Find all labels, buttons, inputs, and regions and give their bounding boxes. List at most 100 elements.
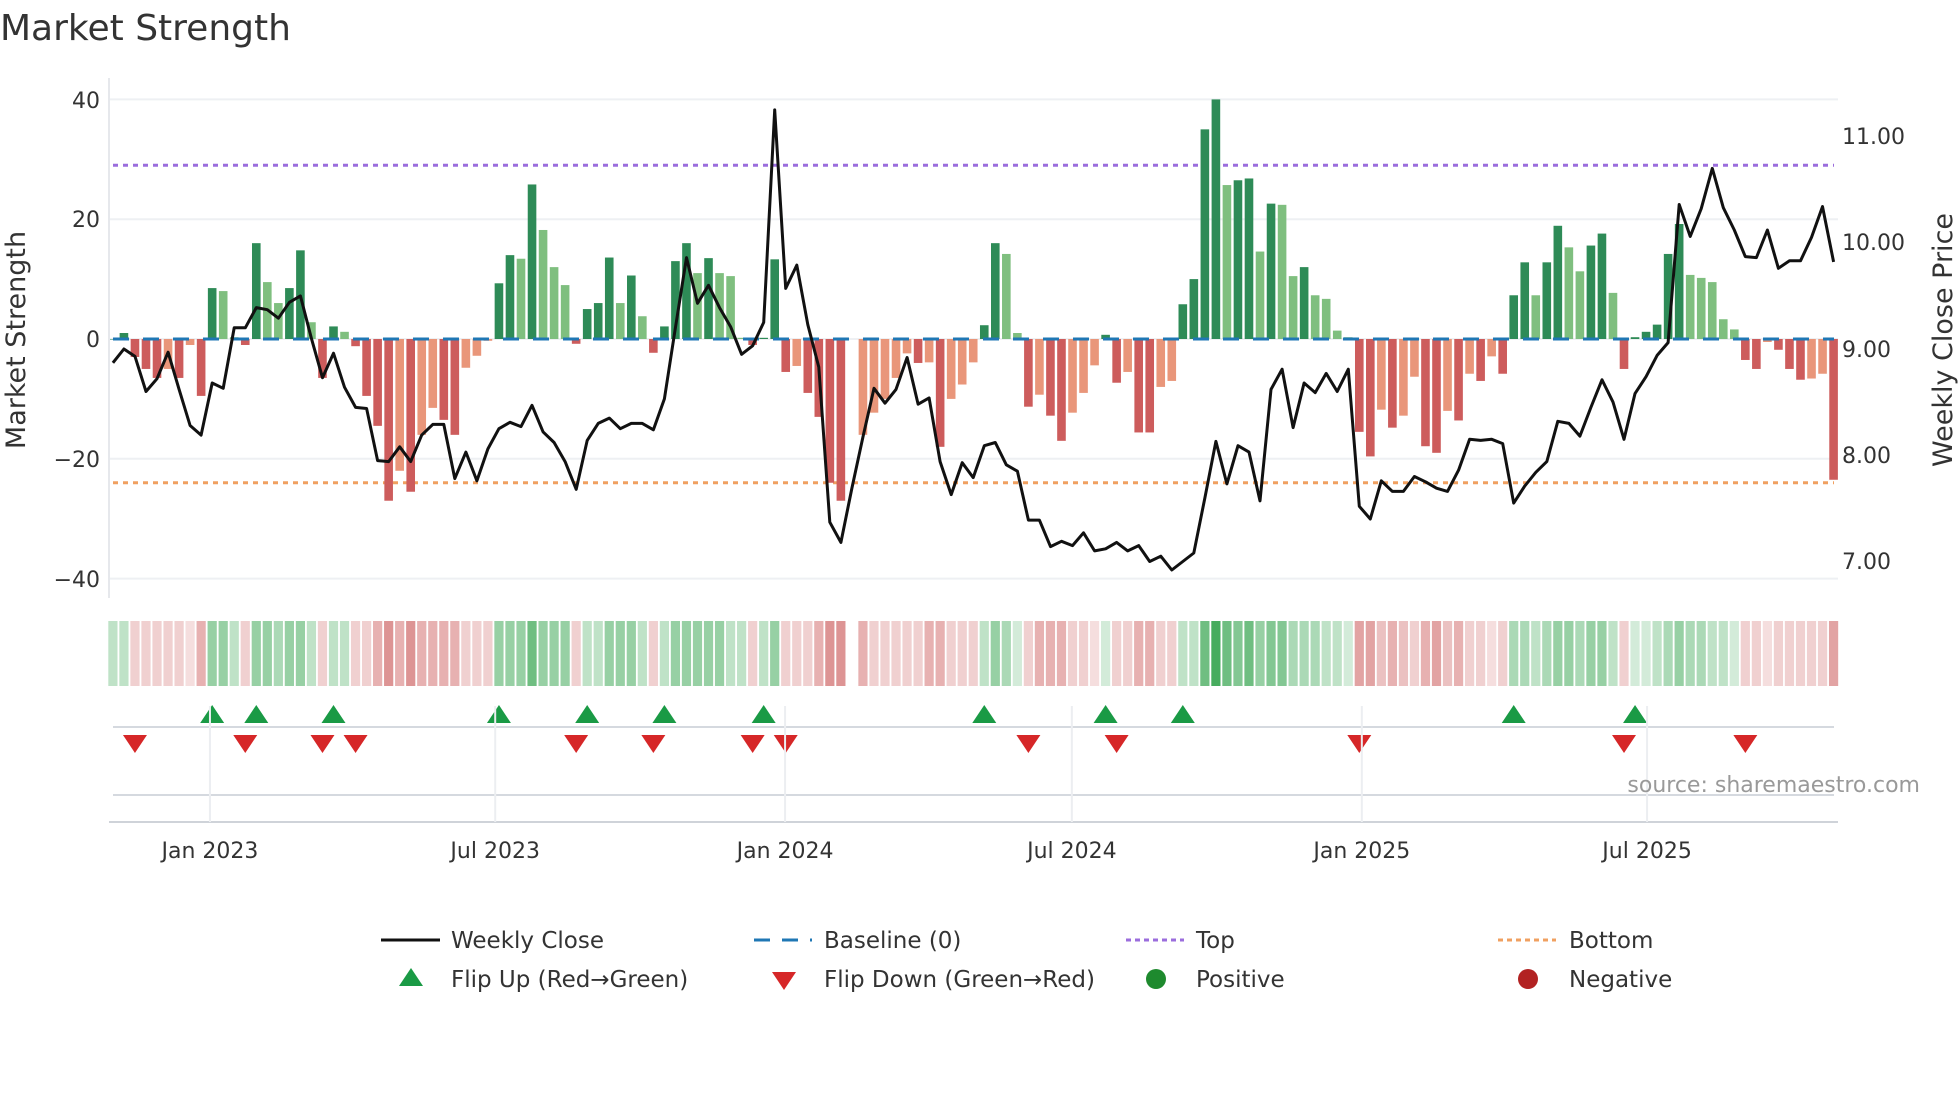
x-tick: Jan 2023 xyxy=(160,839,259,864)
heat-cell xyxy=(174,621,184,686)
heat-cell xyxy=(384,621,394,686)
heat-cell xyxy=(1012,621,1022,686)
legend-item-flip-down[interactable]: Flip Down (Green→Red) xyxy=(772,967,1095,993)
flip-down-marker xyxy=(310,735,335,753)
flip-down-marker xyxy=(641,735,666,753)
heat-cell xyxy=(196,621,206,686)
strength-bar xyxy=(1553,225,1563,339)
heat-cell xyxy=(1729,621,1739,686)
heat-cell xyxy=(1751,621,1761,686)
strength-bar xyxy=(704,258,713,339)
chart-title: Market Strength xyxy=(0,8,291,49)
heat-cell xyxy=(1045,621,1056,686)
heat-cell xyxy=(737,621,747,686)
heat-cell xyxy=(615,621,625,686)
heat-cell xyxy=(1762,621,1772,686)
heat-cell xyxy=(759,621,769,686)
heat-cell xyxy=(1597,621,1607,686)
strength-bar xyxy=(1366,339,1375,457)
heat-cell xyxy=(714,621,725,686)
heat-cell xyxy=(1652,621,1662,686)
strength-bar xyxy=(1321,298,1331,339)
heat-cell xyxy=(218,621,228,686)
strength-bar xyxy=(1277,204,1287,339)
heat-cell xyxy=(1134,621,1144,686)
strength-bar xyxy=(1487,339,1496,357)
strength-bar xyxy=(428,339,438,408)
heat-cell xyxy=(1299,621,1309,686)
strength-bar xyxy=(1774,339,1783,350)
heat-cell xyxy=(1321,621,1331,686)
heat-cell xyxy=(1575,621,1585,686)
strength-bar xyxy=(649,339,658,353)
flip-down-marker xyxy=(1347,735,1372,753)
y-tick: −20 xyxy=(54,448,100,473)
x-tick: Jan 2025 xyxy=(1311,839,1410,864)
strength-bar xyxy=(1443,339,1452,411)
flip-up-marker xyxy=(1170,705,1195,723)
heat-cell xyxy=(1806,621,1817,686)
flip-down-marker xyxy=(1016,735,1041,753)
strength-bar xyxy=(781,339,791,372)
heat-cell xyxy=(1332,621,1342,686)
heat-cell xyxy=(604,621,614,686)
heat-cell xyxy=(1553,621,1563,686)
flip-up-marker xyxy=(575,705,600,723)
flip-up-marker xyxy=(1093,705,1118,723)
legend-item-flip-up[interactable]: Flip Up (Red→Green) xyxy=(399,967,688,993)
circle-red-icon xyxy=(1518,969,1538,989)
legend-item-negative[interactable]: Negative xyxy=(1518,967,1672,993)
strength-bar xyxy=(1619,339,1629,369)
strength-bar xyxy=(373,339,382,426)
flip-down-marker xyxy=(1104,735,1129,753)
strength-bar xyxy=(406,339,416,492)
strength-bar xyxy=(582,309,592,339)
heat-cell xyxy=(968,621,978,686)
flip-up-marker xyxy=(200,705,225,723)
legend-label: Baseline (0) xyxy=(824,928,961,954)
legend-label: Weekly Close xyxy=(451,928,604,954)
strength-bar xyxy=(196,339,206,396)
strength-bar xyxy=(1145,339,1155,433)
flip-up-marker xyxy=(321,705,346,723)
heat-cell xyxy=(1156,621,1166,686)
strength-bar xyxy=(461,339,471,368)
heat-cell xyxy=(1431,621,1442,686)
strength-bar xyxy=(417,339,427,435)
strength-bar xyxy=(1785,339,1794,369)
strength-bar xyxy=(1068,339,1077,413)
strength-bar xyxy=(1057,339,1066,441)
flip-down-marker xyxy=(740,735,765,753)
market-strength-chart: Market Strength 40 20 0 −20 −40 11.00 10… xyxy=(0,8,1959,993)
heat-cell xyxy=(207,621,217,686)
legend-item-positive[interactable]: Positive xyxy=(1146,967,1285,993)
strength-bar xyxy=(1707,282,1717,339)
strength-bar xyxy=(439,339,449,420)
strength-bar xyxy=(1498,339,1507,374)
x-tick: Jul 2023 xyxy=(448,839,540,864)
heat-cell xyxy=(803,621,813,686)
flip-down-marker xyxy=(122,735,147,753)
legend-item-weekly-close[interactable]: Weekly Close xyxy=(381,928,604,954)
strength-bar xyxy=(627,275,636,339)
heat-cell xyxy=(1641,621,1651,686)
legend-label: Flip Up (Red→Green) xyxy=(451,967,688,993)
heat-cell xyxy=(240,621,250,686)
heat-cell xyxy=(582,621,592,686)
heat-cell xyxy=(626,621,636,686)
heat-cell xyxy=(770,621,780,686)
strength-bar xyxy=(450,339,460,435)
strength-bar xyxy=(1630,337,1640,339)
strength-bar xyxy=(285,288,294,339)
legend-item-bottom[interactable]: Bottom xyxy=(1498,928,1653,954)
heat-cell xyxy=(1167,621,1177,686)
heat-cell xyxy=(251,621,261,686)
heat-cell xyxy=(1707,621,1717,686)
legend-item-baseline[interactable]: Baseline (0) xyxy=(754,928,961,954)
strength-bar xyxy=(494,283,504,339)
strength-bar xyxy=(218,291,228,339)
strength-bar xyxy=(759,337,768,339)
legend-item-top[interactable]: Top xyxy=(1126,928,1235,954)
heat-cell xyxy=(1409,621,1420,686)
y-tick: 20 xyxy=(72,208,100,233)
